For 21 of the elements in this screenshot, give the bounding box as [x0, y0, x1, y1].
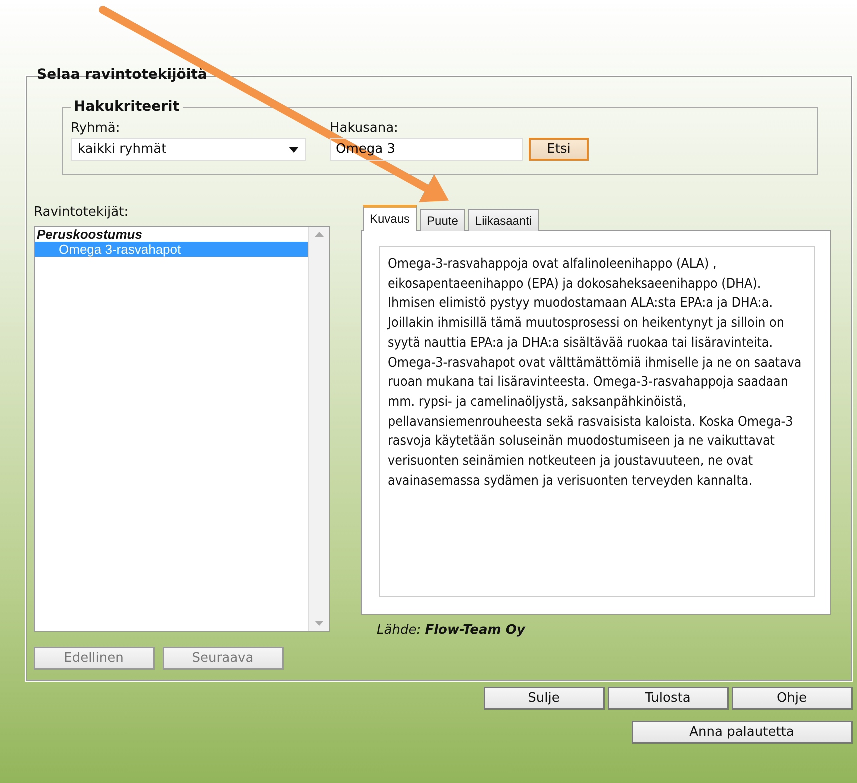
- tab[interactable]: Liikasaanti: [468, 209, 540, 231]
- group-dropdown[interactable]: kaikki ryhmät: [71, 138, 306, 161]
- window-title: Selaa ravintotekijöitä: [36, 67, 208, 83]
- print-button[interactable]: Tulosta: [608, 687, 729, 710]
- search-button[interactable]: Etsi: [529, 138, 589, 161]
- help-button[interactable]: Ohje: [732, 687, 853, 710]
- close-button[interactable]: Sulje: [484, 687, 605, 710]
- tab[interactable]: Puute: [420, 209, 466, 231]
- field-label: Hakusana:: [330, 121, 400, 136]
- scrollbar[interactable]: [308, 227, 329, 631]
- field-label: Ryhmä:: [71, 121, 122, 136]
- list-label: Ravintotekijät:: [34, 205, 130, 220]
- description-text: Omega-3-rasvahappoja ovat alfalinoleenihappo (ALA) , eikosapentaeenihappo (EPA) ja dokosaheksaeenihappo (DHA). Ihmisen elimistö pystyy muodostamaan ALA:sta EPA:a ja DHA:a. Joillakin ihmisillä tämä muutosprosessi on heikentynyt ja silloin on syytä nauttia EPA:a ja DHA:a sisältävää ruokaa tai lisäravinteita. Omega-3-rasvahapot ovat välttämättömiä ihmiselle ja ne on saatava ruoan mukana tai lisäravinteesta. Omega-3-rasvahappoja saadaan mm. rypsi- ja camelinaöljystä, saksanpähkinöistä, pellavansiemenrouheesta sekä rasvaisista kaloista. Koska Omega-3 rasvoja käytetään soluseinän muodostumiseen ja ne vaikuttavat verisuonten seinämien notkeuteen ja joustavuuteen, ne ovat avainasemassa sydämen ja verisuonten terveyden kannalta.: [379, 246, 815, 597]
- dropdown-caret-icon: [289, 146, 299, 152]
- section-title: Hakukriteerit: [73, 99, 181, 115]
- source-text: Lähde: Flow-Team Oy: [377, 623, 527, 638]
- feedback-button[interactable]: Anna palautetta: [632, 721, 853, 744]
- group-heading: Peruskoostumus: [36, 227, 144, 242]
- scroll-up-icon[interactable]: [314, 232, 324, 237]
- scroll-down-icon[interactable]: [314, 621, 324, 626]
- tab[interactable]: Kuvaus: [363, 205, 418, 231]
